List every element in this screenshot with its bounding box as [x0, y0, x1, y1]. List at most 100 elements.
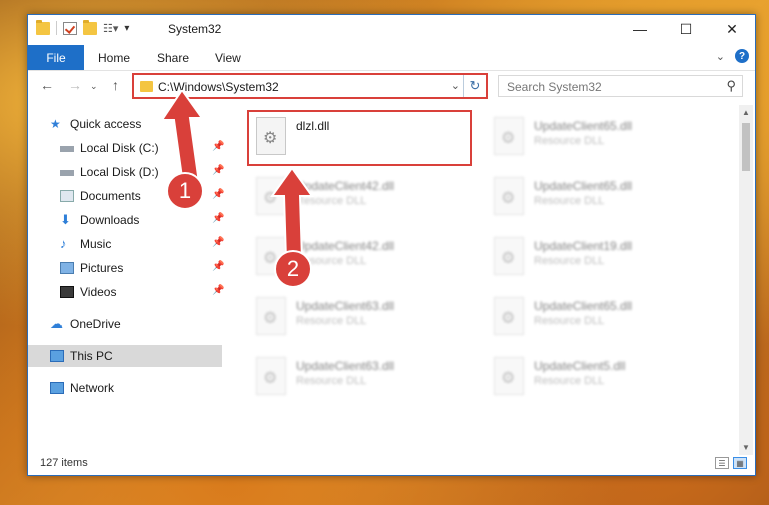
sidebar-item-pictures[interactable]: Pictures 📌: [60, 257, 224, 279]
recent-dropdown-icon[interactable]: ⌄: [90, 81, 98, 92]
music-icon: ♪: [60, 236, 67, 251]
file-item[interactable]: UpdateClient65.dll Resource DLL: [486, 173, 706, 227]
file-type: Resource DLL: [534, 315, 605, 327]
pictures-icon: [60, 262, 74, 274]
title-bar: ☷▾ ▾ System32 — ☐ ✕: [28, 15, 755, 43]
file-name: UpdateClient65.dll: [534, 299, 633, 313]
sidebar-item-label: This PC: [70, 349, 113, 363]
videos-icon: [60, 286, 74, 298]
search-placeholder: Search System32: [507, 80, 602, 94]
large-icons-view-icon[interactable]: ▦: [733, 457, 747, 469]
star-icon: ★: [50, 117, 61, 131]
sidebar-item-network[interactable]: Network: [50, 377, 114, 399]
ribbon: File Home Share View ⌄ ?: [28, 43, 755, 71]
close-button[interactable]: ✕: [709, 15, 755, 43]
file-name: UpdateClient63.dll: [296, 359, 395, 373]
cloud-icon: ☁: [50, 316, 63, 331]
file-name: UpdateClient63.dll: [296, 299, 395, 313]
annotation-badge-1: 1: [166, 172, 204, 210]
divider: [56, 21, 57, 35]
file-item[interactable]: UpdateClient65.dll Resource DLL: [486, 293, 706, 347]
status-item-count: 127 items: [40, 457, 88, 469]
up-arrow-icon[interactable]: ↑: [112, 77, 119, 93]
drive-icon: [60, 146, 74, 152]
minimize-button[interactable]: —: [617, 15, 663, 43]
file-type: Resource DLL: [534, 255, 605, 267]
file-item[interactable]: UpdateClient63.dll Resource DLL: [248, 353, 468, 407]
folder-icon: [140, 81, 153, 92]
dll-file-icon: [494, 357, 524, 395]
folder-icon: [36, 19, 50, 35]
sidebar-item-quick-access[interactable]: ★ Quick access: [50, 113, 141, 135]
sidebar-item-videos[interactable]: Videos 📌: [60, 281, 224, 303]
scroll-down-icon[interactable]: ▼: [742, 443, 750, 452]
details-view-icon[interactable]: ☰: [715, 457, 729, 469]
pin-icon[interactable]: 📌: [212, 285, 224, 296]
file-name: UpdateClient65.dll: [534, 179, 633, 193]
pin-icon[interactable]: 📌: [212, 237, 224, 248]
documents-icon: [60, 190, 74, 202]
search-icon: ⚲: [726, 78, 736, 93]
dll-file-icon: [494, 297, 524, 335]
tab-share[interactable]: Share: [157, 51, 189, 65]
dll-file-icon: [256, 357, 286, 395]
help-icon[interactable]: ?: [735, 49, 749, 63]
explorer-window: ☷▾ ▾ System32 — ☐ ✕ File Home Share View…: [27, 14, 756, 476]
file-item[interactable]: UpdateClient19.dll Resource DLL: [486, 233, 706, 287]
quick-access-toolbar: ☷▾ ▾: [36, 19, 129, 35]
forward-arrow-icon[interactable]: →: [68, 77, 82, 93]
file-type: Resource DLL: [534, 195, 605, 207]
expand-ribbon-icon[interactable]: ⌄: [716, 50, 725, 63]
computer-icon: [50, 350, 64, 362]
customize-toolbar-icon[interactable]: ☷▾: [103, 22, 118, 35]
refresh-icon[interactable]: ↻: [463, 75, 486, 97]
vertical-scrollbar[interactable]: ▲ ▼: [739, 105, 753, 455]
properties-icon[interactable]: [63, 21, 77, 35]
sidebar-item-label: Local Disk (D:): [80, 165, 159, 179]
file-item[interactable]: UpdateClient5.dll Resource DLL: [486, 353, 706, 407]
file-name: UpdateClient5.dll: [534, 359, 626, 373]
scroll-thumb[interactable]: [742, 123, 750, 171]
file-type: Resource DLL: [534, 135, 605, 147]
pin-icon[interactable]: 📌: [212, 213, 224, 224]
sidebar-item-downloads[interactable]: ⬇ Downloads 📌: [60, 209, 224, 231]
sidebar-item-label: Quick access: [70, 117, 142, 131]
new-folder-icon[interactable]: [83, 19, 97, 35]
window-controls: — ☐ ✕: [617, 15, 755, 43]
file-name: UpdateClient65.dll: [534, 119, 633, 133]
pin-icon[interactable]: 📌: [212, 261, 224, 272]
annotation-badge-2: 2: [274, 250, 312, 288]
sidebar-item-label: OneDrive: [70, 317, 121, 331]
file-type: Resource DLL: [296, 375, 367, 387]
file-name: UpdateClient19.dll: [534, 239, 633, 253]
file-item[interactable]: UpdateClient65.dll Resource DLL: [486, 113, 706, 167]
search-input[interactable]: Search System32 ⚲: [498, 75, 743, 97]
view-switcher: ☰ ▦: [715, 457, 747, 469]
navigation-bar: ← → ⌄ ↑ C:\Windows\System32 ⌄ ↻ Search S…: [28, 71, 755, 101]
chevron-down-icon[interactable]: ▾: [124, 23, 129, 34]
sidebar-item-label: Documents: [80, 189, 141, 203]
scroll-up-icon[interactable]: ▲: [742, 108, 750, 117]
tab-file[interactable]: File: [28, 45, 84, 70]
dll-file-icon: [494, 117, 524, 155]
tab-home[interactable]: Home: [98, 51, 130, 65]
drive-icon: [60, 170, 74, 176]
file-item[interactable]: UpdateClient63.dll Resource DLL: [248, 293, 468, 347]
downloads-icon: ⬇: [60, 212, 71, 227]
tab-view[interactable]: View: [215, 51, 241, 65]
dll-file-icon: [494, 177, 524, 215]
ribbon-right: ⌄ ?: [716, 49, 749, 63]
window-title: System32: [168, 22, 222, 36]
sidebar-item-this-pc[interactable]: This PC: [28, 345, 222, 367]
file-type: Resource DLL: [534, 375, 605, 387]
dll-file-icon: [256, 297, 286, 335]
sidebar-item-onedrive[interactable]: ☁ OneDrive: [50, 313, 121, 335]
chevron-down-icon[interactable]: ⌄: [451, 79, 460, 92]
maximize-button[interactable]: ☐: [663, 15, 709, 43]
sidebar-item-label: Videos: [80, 285, 117, 299]
sidebar-item-label: Network: [70, 381, 115, 395]
file-highlight-box: [247, 110, 472, 166]
sidebar-item-music[interactable]: ♪ Music 📌: [60, 233, 224, 255]
back-arrow-icon[interactable]: ←: [40, 77, 54, 93]
sidebar-item-label: Music: [80, 237, 112, 251]
